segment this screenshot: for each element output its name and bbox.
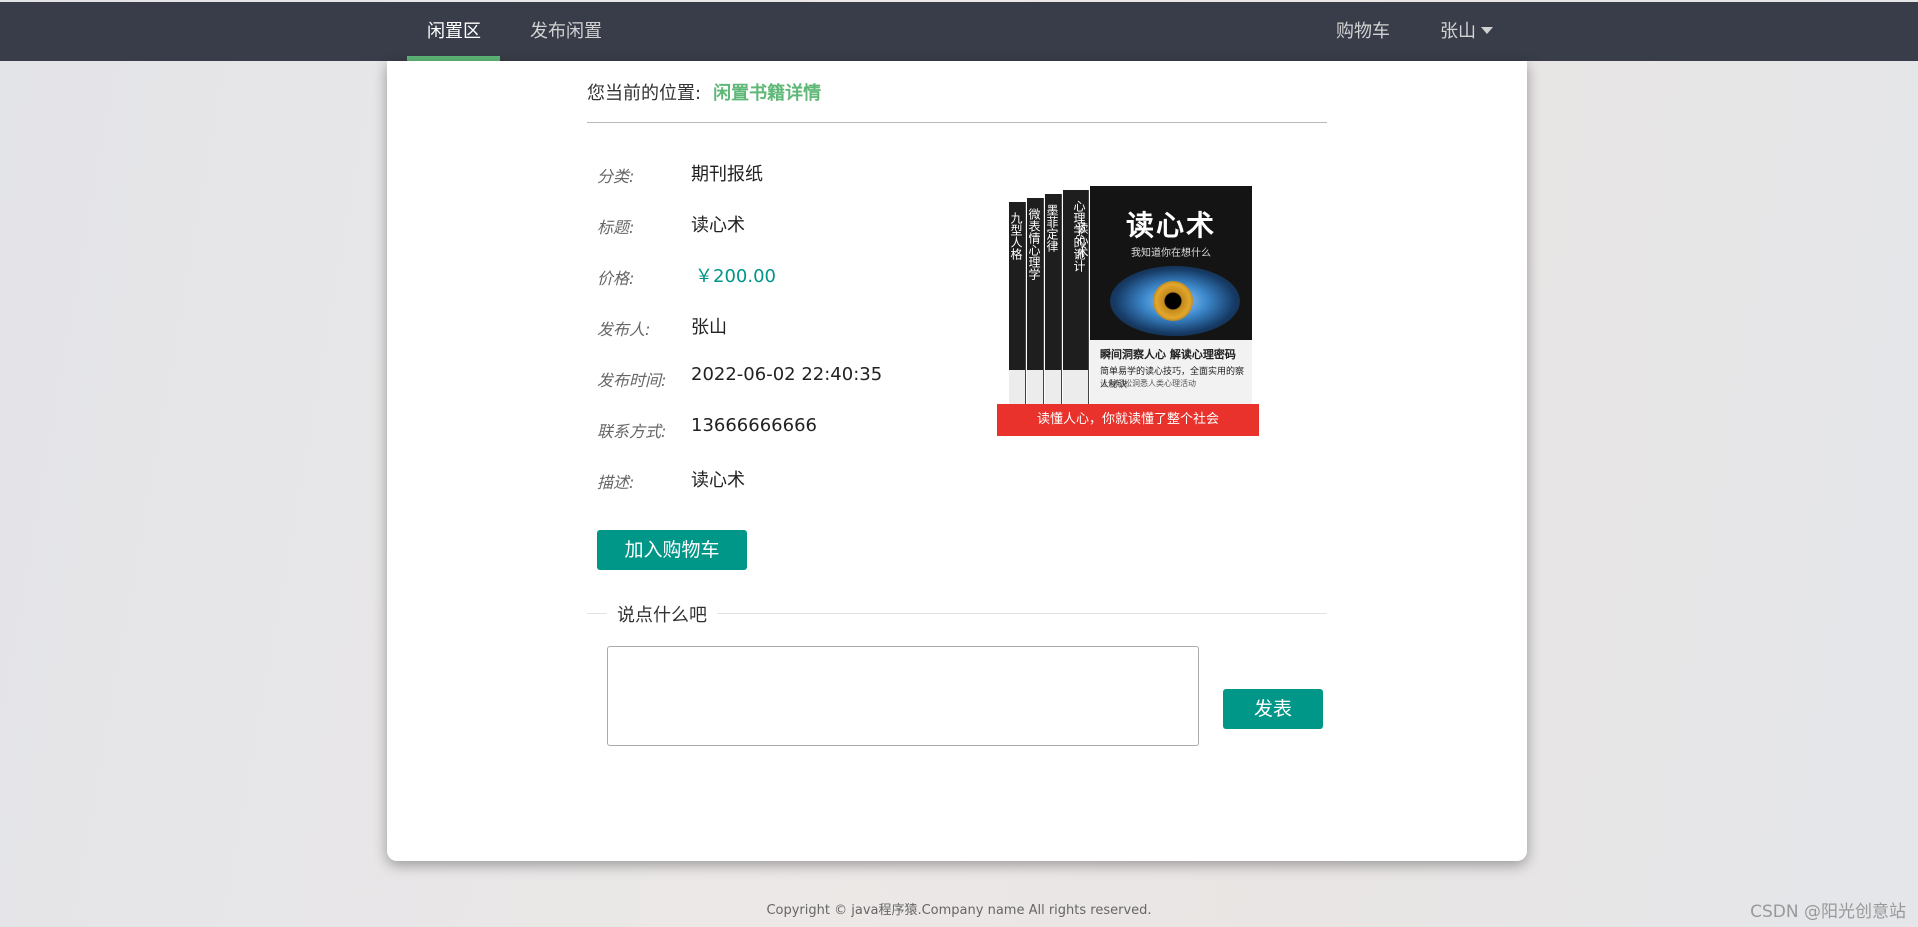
- cover-title: 读心术: [1125, 209, 1216, 242]
- book-spine: 墨菲定律: [1045, 194, 1062, 404]
- contact-label: 联系方式:: [597, 422, 667, 441]
- contact-value: 13666666666: [691, 415, 817, 436]
- publish-time-label: 发布时间:: [597, 371, 667, 390]
- price-label: 价格:: [597, 269, 635, 288]
- breadcrumb-label: 您当前的位置:: [587, 83, 702, 104]
- post-comment-button[interactable]: 发表: [1223, 689, 1323, 729]
- add-to-cart-button[interactable]: 加入购物车: [597, 530, 747, 570]
- eye-iris-graphic: [1153, 281, 1193, 321]
- title-value: 读心术: [691, 215, 745, 236]
- front-spine-title: 读心术: [1075, 222, 1089, 258]
- cover-subtitle: 我知道你在想什么: [1131, 248, 1211, 259]
- book-cover-image: 九型人格 微表情心理学 墨菲定律 心理学的诡计 读心术 读心术 我知道你在想什么…: [997, 176, 1259, 436]
- caret-down-icon: [1481, 26, 1493, 34]
- footer-copyright: Copyright © java程序猿.Company name All rig…: [766, 903, 1152, 918]
- detail-card: 您当前的位置: 闲置书籍详情 分类: 期刊报纸 标题: 读心术 价格: ￥200.…: [387, 61, 1527, 861]
- breadcrumb: 您当前的位置: 闲置书籍详情: [587, 79, 821, 105]
- description-value: 读心术: [691, 470, 745, 491]
- publisher-label: 发布人:: [597, 320, 651, 339]
- description-label: 描述:: [597, 473, 635, 492]
- breadcrumb-current[interactable]: 闲置书籍详情: [713, 83, 821, 104]
- top-navbar: 闲置区 发布闲置 购物车 张山: [0, 2, 1918, 61]
- breadcrumb-divider: [587, 122, 1327, 123]
- price-value: ￥200.00: [695, 266, 776, 287]
- category-label: 分类:: [597, 167, 635, 186]
- nav-item-idle-zone[interactable]: 闲置区: [427, 2, 481, 61]
- category-value: 期刊报纸: [691, 164, 763, 185]
- csdn-watermark: CSDN @阳光创意站: [1750, 902, 1906, 922]
- user-menu[interactable]: 张山: [1440, 2, 1493, 61]
- comment-legend: 说点什么吧: [607, 601, 717, 627]
- user-name: 张山: [1440, 21, 1476, 42]
- cover-lower-panel: 瞬间洞察人心 解读心理密码 简单易学的读心技巧，全面实用的察人秘诀 让你轻松洞悉…: [1090, 340, 1252, 404]
- publisher-value: 张山: [691, 317, 727, 338]
- comment-input[interactable]: [607, 646, 1199, 746]
- title-label: 标题:: [597, 218, 635, 237]
- book-spine: 微表情心理学: [1027, 198, 1044, 404]
- nav-item-cart[interactable]: 购物车: [1336, 2, 1390, 61]
- publish-time-value: 2022-06-02 22:40:35: [691, 364, 883, 385]
- cover-banner: 读懂人心，你就读懂了整个社会: [997, 404, 1259, 436]
- book-spine: 九型人格: [1009, 202, 1026, 404]
- nav-item-publish-idle[interactable]: 发布闲置: [530, 2, 602, 61]
- book-front-cover: 读心术 读心术 我知道你在想什么 瞬间洞察人心 解读心理密码 简单易学的读心技巧…: [1075, 186, 1252, 404]
